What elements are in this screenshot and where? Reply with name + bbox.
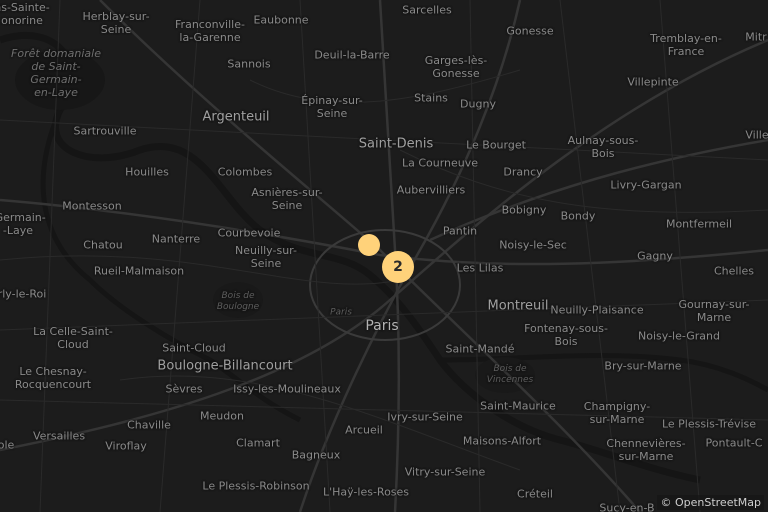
place-label: Deuil-la-Barre — [314, 48, 390, 62]
place-label: Paris — [330, 307, 352, 318]
place-label: Chelles — [713, 264, 755, 278]
place-label: Asnières-sur- Seine — [251, 186, 323, 212]
place-label: Issy-les-Moulineaux — [233, 382, 341, 396]
place-label: Le Plessis-Trévise — [661, 417, 757, 431]
place-label: Sucy-en-B — [599, 501, 655, 512]
place-label: Créteil — [517, 487, 553, 501]
place-label: Bondy — [560, 209, 596, 223]
place-label: Sèvres — [165, 382, 203, 396]
place-label: Garges-lès- Gonesse — [424, 54, 488, 80]
place-label: Chatou — [83, 238, 123, 252]
place-label: Boulogne-Billancourt — [157, 358, 293, 374]
place-label: Mitr — [745, 30, 767, 44]
place-label: Ivry-sur-Seine — [387, 410, 463, 424]
place-label: Gonesse — [506, 24, 554, 38]
place-label: Montreuil — [487, 298, 549, 314]
place-label: Fontenay-sous- Bois — [524, 322, 608, 348]
place-label: Bry-sur-Marne — [604, 359, 682, 373]
place-label: Sannois — [227, 57, 271, 71]
place-label: Versailles — [32, 429, 86, 443]
place-label: Bois de Vincennes — [486, 364, 534, 385]
place-label: Noisy-le-Sec — [499, 238, 567, 252]
place-label: Gagny — [637, 249, 673, 263]
place-label: Meudon — [200, 409, 244, 423]
place-label: Les Lilas — [456, 261, 504, 275]
place-label: Livry-Gargan — [610, 178, 682, 192]
place-label: Herblay-sur- Seine — [82, 10, 150, 36]
place-label: Saint-Mandé — [445, 342, 515, 356]
place-label: Montesson — [62, 199, 122, 213]
place-label: Eaubonne — [253, 13, 309, 27]
place-label: Noisy-le-Grand — [638, 329, 720, 343]
place-label: Villepinte — [627, 75, 679, 89]
place-label: Dugny — [460, 97, 496, 111]
place-label: Bois de Boulogne — [216, 291, 260, 312]
place-label: Colombes — [217, 165, 273, 179]
place-label: Rueil-Malmaison — [93, 264, 185, 278]
place-label: Aulnay-sous- Bois — [567, 134, 639, 160]
place-label: ole — [0, 438, 15, 452]
place-label: Champigny-sur-Marne — [583, 400, 651, 426]
map-attribution[interactable]: © OpenStreetMap — [657, 495, 764, 510]
point-marker[interactable] — [358, 234, 380, 256]
place-label: Franconville-la-Garenne — [175, 18, 245, 44]
place-label: Saint-Cloud — [162, 341, 226, 355]
place-label: Gournay-sur- Marne — [678, 298, 750, 324]
place-label: Neuilly-sur- Seine — [235, 244, 297, 270]
place-label: Drancy — [503, 165, 543, 179]
place-label: Nanterre — [151, 232, 201, 246]
place-label: Forêt domaniale de Saint- Germain-en-Laye — [11, 47, 101, 99]
place-label: Épinay-sur- Seine — [301, 94, 363, 120]
place-label: Chennevières-sur-Marne — [606, 437, 686, 463]
place-label: Stains — [414, 91, 448, 105]
place-label: Houilles — [125, 165, 169, 179]
place-label: Bagneux — [291, 448, 341, 462]
place-label: Aubervilliers — [396, 183, 466, 197]
place-label: Le Bourget — [466, 138, 526, 152]
place-label: Maisons-Alfort — [462, 434, 542, 448]
place-label: Vitry-sur-Seine — [404, 465, 486, 479]
place-label: Pantin — [442, 224, 478, 238]
place-label: Bobigny — [501, 203, 547, 217]
place-label: rly-le-Roi — [0, 287, 47, 301]
place-label: Argenteuil — [202, 109, 270, 125]
place-label: Le Plessis-Robinson — [202, 479, 310, 493]
place-label: Le Chesnay- Rocquencourt — [14, 365, 92, 391]
place-label: Neuilly-Plaisance — [550, 303, 644, 317]
place-label: Arcueil — [345, 423, 383, 437]
place-label: ns-Sainte-onorine — [0, 1, 50, 27]
place-label: Viroflay — [105, 439, 147, 453]
place-label: Sartrouville — [73, 124, 137, 138]
place-label: -Germain--Laye — [0, 211, 46, 237]
place-label: Tremblay-en- France — [650, 32, 722, 58]
place-label: La Courneuve — [401, 156, 479, 170]
place-label: Saint-Denis — [358, 136, 434, 152]
place-label: Ville — [745, 128, 768, 142]
place-label: Saint-Maurice — [480, 399, 556, 413]
place-label: Montfermeil — [665, 217, 733, 231]
place-label: Paris — [365, 318, 399, 334]
place-label: Pontault-C — [705, 436, 763, 450]
place-label: La Celle-Saint- Cloud — [33, 325, 113, 351]
place-label: Clamart — [236, 436, 280, 450]
place-label: Sarcelles — [402, 3, 452, 17]
cluster-marker[interactable]: 2 — [382, 251, 414, 283]
place-label: Courbevoie — [217, 226, 281, 240]
map-view[interactable]: ns-Sainte-onorine Herblay-sur-Seine Franco… — [0, 0, 768, 512]
place-label: L'Haÿ-les-Roses — [322, 485, 410, 499]
place-label: Chaville — [127, 418, 171, 432]
